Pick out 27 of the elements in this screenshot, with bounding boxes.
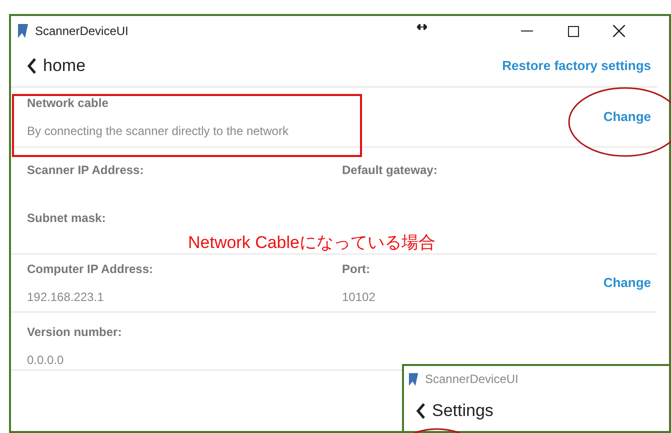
- close-icon: [613, 25, 625, 37]
- window-title: ScannerDeviceUI: [35, 23, 128, 40]
- field-label: Port:: [342, 261, 371, 278]
- field-value: 10102: [342, 289, 376, 306]
- annotation-note: Network Cableになっている場合: [188, 232, 436, 254]
- app-logo-icon: [17, 23, 29, 39]
- restore-factory-settings-link[interactable]: Restore factory settings: [502, 56, 651, 76]
- connection-description: By connecting the scanner directly to the network: [27, 123, 288, 140]
- chevron-left-icon: [416, 402, 426, 419]
- window-title: ScannerDeviceUI: [425, 371, 518, 388]
- change-button[interactable]: Change: [603, 273, 651, 293]
- connection-type-label: Network cable: [27, 95, 110, 112]
- field-label: Subnet mask:: [27, 211, 106, 225]
- change-button[interactable]: Change: [603, 107, 651, 127]
- field-label: Default gateway:: [342, 163, 438, 177]
- back-button[interactable]: Settings: [416, 398, 494, 424]
- minimize-icon: [521, 30, 533, 32]
- app-logo-icon: [408, 372, 419, 386]
- field-label: Computer IP Address:: [27, 261, 154, 278]
- back-button[interactable]: home: [27, 53, 86, 79]
- field-value: 0.0.0.0: [27, 352, 65, 369]
- resize-arrows-icon: [417, 24, 427, 30]
- chevron-left-icon: [27, 58, 37, 74]
- field-label: Scanner IP Address:: [27, 163, 144, 177]
- field-value: 192.168.223.1: [27, 289, 105, 306]
- field-label: Version number:: [27, 324, 123, 341]
- maximize-icon: [568, 26, 578, 36]
